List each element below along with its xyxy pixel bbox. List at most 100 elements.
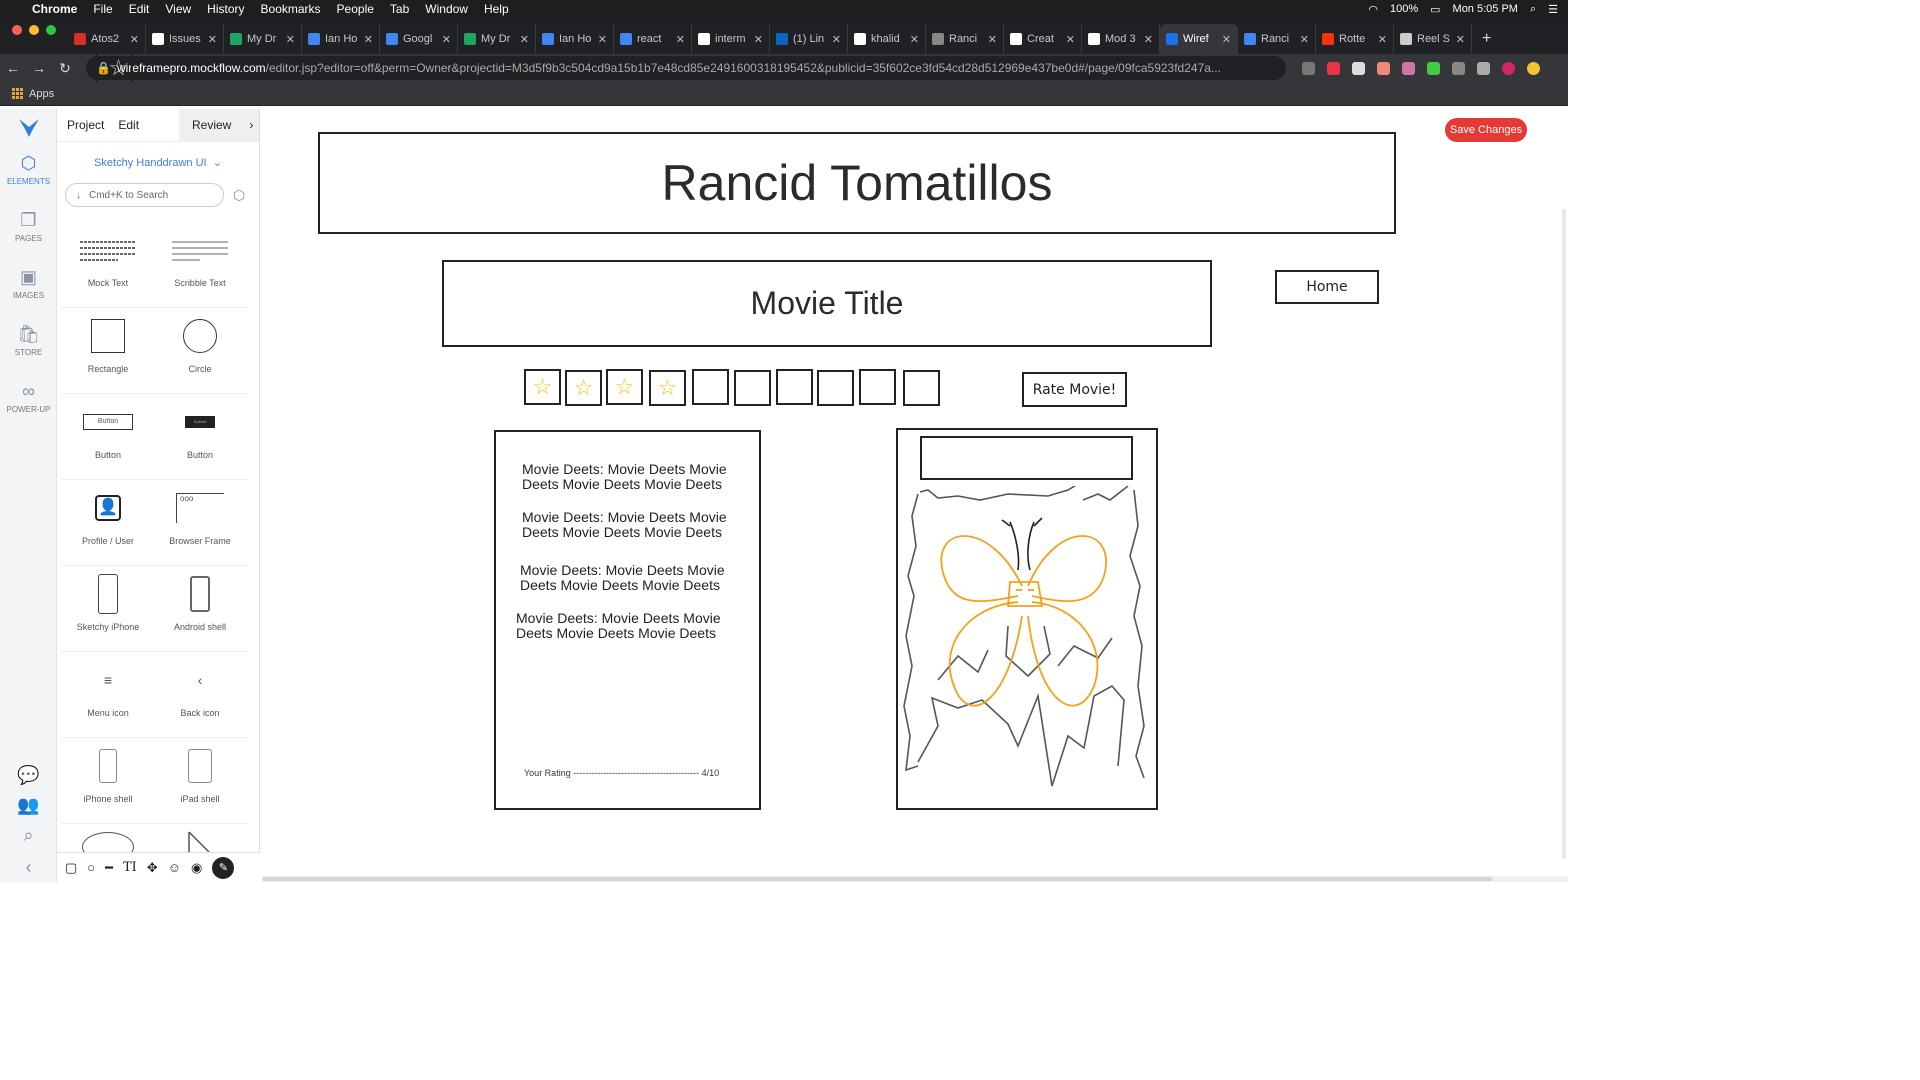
browser-tab[interactable]: Ian Ho ✕ [536,24,614,54]
chat-icon[interactable]: 💬 [0,765,57,789]
close-tab-icon[interactable]: ✕ [988,33,997,46]
close-tab-icon[interactable]: ✕ [598,33,607,46]
close-window-icon[interactable] [12,24,22,35]
rail-elements[interactable]: ⬡ ELEMENTS [0,153,57,186]
browser-tab[interactable]: Reel S ✕ [1394,24,1472,54]
cube-icon[interactable]: ⬡ [233,187,245,204]
save-changes-button[interactable]: Save Changes [1445,118,1527,142]
extension-icon[interactable] [1402,61,1415,75]
element-scribble-text[interactable]: Scribble Text [153,222,247,308]
menu-view[interactable]: View [165,2,191,16]
close-tab-icon[interactable]: ✕ [1144,33,1153,46]
browser-tab[interactable]: Issues ✕ [146,24,224,54]
menu-bookmarks[interactable]: Bookmarks [261,2,321,16]
element-rectangle[interactable]: Rectangle [61,308,155,394]
browser-tab[interactable]: My Dr ✕ [224,24,302,54]
element-android-shell[interactable]: Android shell [153,566,247,652]
element-back-icon[interactable]: ‹ Back icon [153,652,247,738]
rail-images[interactable]: ▣ IMAGES [0,267,57,300]
browser-tab[interactable]: Rotte ✕ [1316,24,1394,54]
horizontal-scroll-thumb[interactable] [262,877,1492,881]
puzzle-icon[interactable] [1477,61,1490,75]
reload-icon[interactable]: ↻ [52,60,78,77]
close-tab-icon[interactable]: ✕ [1378,33,1387,46]
close-tab-icon[interactable]: ✕ [1222,33,1231,46]
brush-tool-icon[interactable]: ✎ [212,856,235,879]
element-mock-text[interactable]: Mock Text [61,222,155,308]
close-tab-icon[interactable]: ✕ [1066,33,1075,46]
browser-tab[interactable]: Ranci ✕ [1238,24,1316,54]
bookmark-star-icon[interactable]: ☆ [96,50,133,86]
extension-icon[interactable] [1302,61,1315,75]
browser-tab[interactable]: interm ✕ [692,24,770,54]
close-tab-icon[interactable]: ✕ [442,33,451,46]
element-circle[interactable]: Circle [153,308,247,394]
rating-star-box[interactable] [817,370,854,406]
element-iphone-shell[interactable]: iPhone shell [61,738,155,824]
element-browser-frame[interactable]: ooo Browser Frame [153,480,247,566]
menu-tab[interactable]: Tab [390,2,409,16]
browser-tab[interactable]: khalid ✕ [848,24,926,54]
extension-icon[interactable] [1427,61,1440,75]
extension-icon[interactable] [1452,61,1465,75]
horizontal-scrollbar[interactable] [262,876,1568,882]
new-tab-icon[interactable]: + [1472,30,1501,54]
element-search-input[interactable]: ↓ Cmd+K to Search [65,183,224,207]
rating-star-box[interactable] [903,370,940,406]
menu-file[interactable]: File [93,2,112,16]
rating-star-box[interactable] [859,369,896,405]
target-tool-icon[interactable]: ◉ [191,860,202,876]
zoom-icon[interactable]: ⌕ [0,825,57,849]
rail-power-up[interactable]: ∞ POWER-UP [0,381,57,414]
line-tool-icon[interactable]: ━ [105,860,113,876]
browser-tab[interactable]: Mod 3 ✕ [1082,24,1160,54]
control-center-icon[interactable]: ☰ [1548,3,1558,16]
close-tab-icon[interactable]: ✕ [754,33,763,46]
wifi-icon[interactable]: ◠ [1368,3,1378,16]
movie-title-box[interactable]: Movie Title [442,260,1212,347]
rating-star-box[interactable]: ☆ [649,370,686,406]
apps-bookmark[interactable]: Apps [29,88,54,100]
element-button-dark[interactable]: Submit Button [153,394,247,480]
element-profile-user[interactable]: 👤 Profile / User [61,480,155,566]
browser-tab[interactable]: Ian Ho ✕ [302,24,380,54]
browser-tab[interactable]: Googl ✕ [380,24,458,54]
text-tool-icon[interactable]: TI [123,860,137,875]
close-tab-icon[interactable]: ✕ [286,33,295,46]
address-bar[interactable]: 🔒 wireframepro.mockflow.com/editor.jsp?e… [86,50,1286,86]
close-tab-icon[interactable]: ✕ [832,33,841,46]
rating-star-box[interactable] [734,370,771,406]
rating-star-box[interactable] [776,369,813,405]
rectangle-tool-icon[interactable]: ▢ [65,860,77,876]
rate-movie-button[interactable]: Rate Movie! [1022,372,1127,407]
menu-edit-panel[interactable]: Edit [118,118,139,132]
close-tab-icon[interactable]: ✕ [910,33,919,46]
profile-avatar[interactable] [1527,61,1540,75]
spotlight-icon[interactable]: ⌕ [1530,3,1536,16]
rail-pages[interactable]: ❐ PAGES [0,210,57,243]
element-button[interactable]: Button Button [61,394,155,480]
rating-star-box[interactable]: ☆ [606,369,643,405]
menu-edit[interactable]: Edit [129,2,150,16]
close-tab-icon[interactable]: ✕ [1300,33,1309,46]
close-tab-icon[interactable]: ✕ [364,33,373,46]
profile-avatar[interactable] [1502,61,1515,75]
extension-icon[interactable] [1352,61,1365,75]
element-menu-icon[interactable]: ≡ Menu icon [61,652,155,738]
browser-tab[interactable]: Ranci ✕ [926,24,1004,54]
browser-tab[interactable]: My Dr ✕ [458,24,536,54]
element-triangle[interactable] [153,824,247,854]
element-ipad-shell[interactable]: iPad shell [153,738,247,824]
battery-icon[interactable]: ▭ [1430,3,1440,16]
rating-star-box[interactable]: ☆ [524,369,561,405]
menu-history[interactable]: History [207,2,244,16]
rating-star-box[interactable] [692,369,729,405]
apps-grid-icon[interactable] [12,88,23,99]
app-menu[interactable]: Chrome [32,2,77,16]
close-tab-icon[interactable]: ✕ [1456,33,1465,46]
minimize-window-icon[interactable] [29,24,39,35]
extension-icon[interactable] [1377,61,1390,75]
back-icon[interactable]: ← [0,60,26,76]
close-tab-icon[interactable]: ✕ [520,33,529,46]
vertical-scrollbar[interactable] [1562,209,1566,859]
